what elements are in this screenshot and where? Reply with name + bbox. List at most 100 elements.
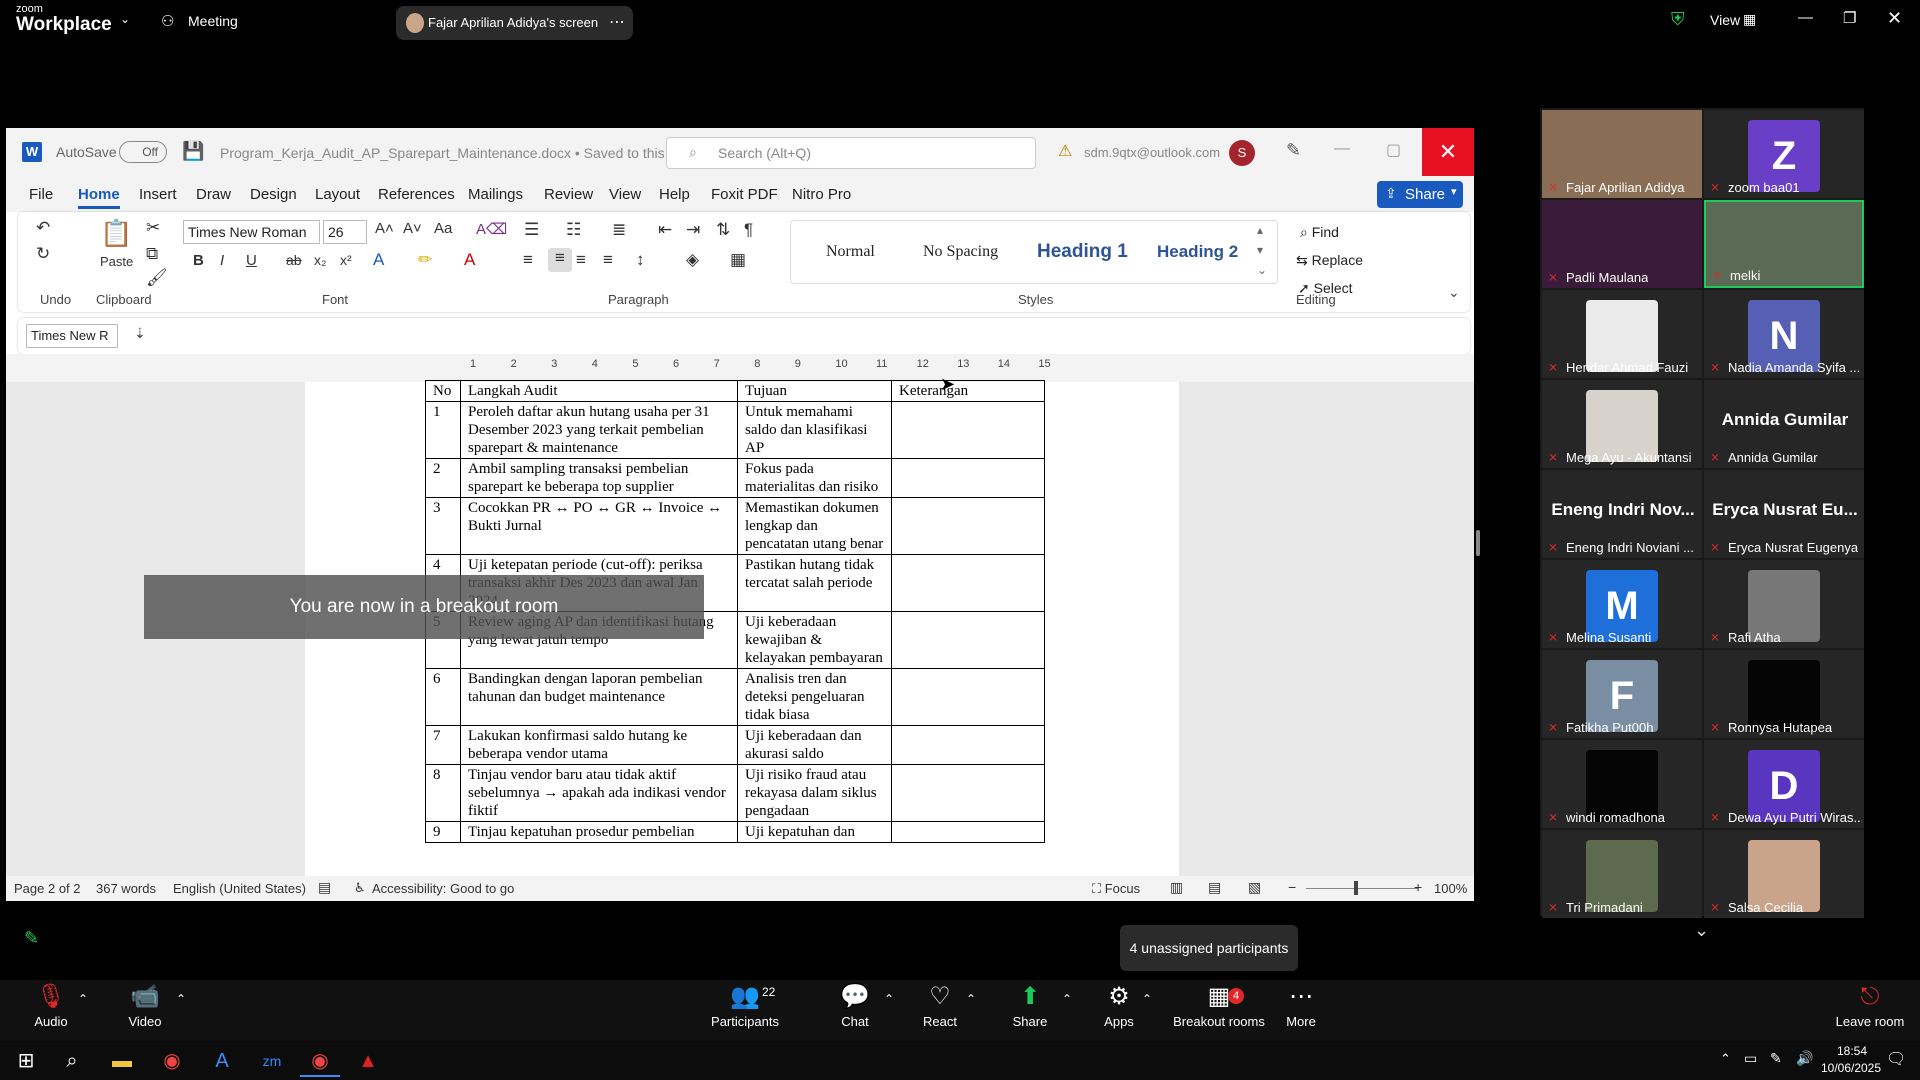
table-cell[interactable]: Cocokkan PR ↔ PO ↔ GR ↔ Invoice ↔ Bukti … [460, 497, 738, 555]
customize-icon[interactable]: ⇣ [134, 325, 146, 342]
tab-layout[interactable]: Layout [315, 186, 360, 203]
table-cell[interactable] [891, 764, 1045, 822]
react-options-icon[interactable]: ⌃ [966, 992, 976, 1006]
participant-tile[interactable]: ⨯ Tri Primadani [1542, 830, 1702, 918]
more-options-icon[interactable]: ⋯ [609, 12, 625, 32]
table-cell[interactable]: Uji kepatuhan dan [737, 821, 892, 843]
search-box[interactable]: ⌕ Search (Alt+Q) [666, 137, 1036, 169]
table-cell[interactable]: Tinjau kepatuhan prosedur pembelian [460, 821, 738, 843]
participant-tile[interactable]: ⨯ Hendar Ahmad Fauzi [1542, 290, 1702, 378]
gallery-scroll-down-icon[interactable]: ⌄ [1694, 920, 1709, 941]
notification-icon[interactable]: 🗨 [1886, 1049, 1906, 1069]
underline-icon[interactable]: U [246, 252, 257, 269]
participant-tile[interactable]: D ⨯ Dewa Ayu Putri Wiras... [1704, 740, 1864, 828]
participant-tile[interactable]: M ⨯ Melina Susanti [1542, 560, 1702, 648]
style-heading-1[interactable]: Heading 1 [1037, 241, 1128, 263]
zoom-slider[interactable] [1306, 888, 1418, 889]
word-count[interactable]: 367 words [96, 881, 156, 896]
zoom-in-icon[interactable]: + [1414, 879, 1422, 895]
bullets-icon[interactable]: ☰ [524, 220, 539, 240]
collapse-ribbon-icon[interactable]: ⌄ [1448, 284, 1460, 301]
panel-resize-handle[interactable] [1476, 530, 1480, 556]
tray-chevron-icon[interactable]: ⌃ [1720, 1051, 1731, 1067]
zoom-out-icon[interactable]: − [1288, 879, 1296, 895]
print-layout-icon[interactable]: ▤ [1208, 879, 1221, 896]
tab-mailings[interactable]: Mailings [468, 186, 523, 203]
table-cell[interactable]: 2 [425, 458, 461, 498]
screen-share-indicator[interactable]: Fajar Aprilian Adidya's screen ⋯ [396, 6, 633, 40]
chrome-active-icon[interactable]: ◉ [300, 1045, 340, 1077]
table-cell[interactable] [891, 401, 1045, 459]
subscript-icon[interactable]: x₂ [314, 252, 326, 268]
cut-icon[interactable]: ✂ [146, 218, 160, 238]
table-cell[interactable] [891, 611, 1045, 669]
chrome-icon[interactable]: ◉ [152, 1045, 192, 1077]
line-spacing-icon[interactable]: ↕ [636, 250, 645, 270]
chat-button[interactable]: 💬 Chat [810, 980, 900, 1041]
numbering-icon[interactable]: ☷ [566, 220, 581, 240]
paste-icon[interactable]: 📋 [100, 218, 132, 249]
participant-tile[interactable]: ⨯ Padli Maulana [1542, 200, 1702, 288]
tab-review[interactable]: Review [544, 186, 593, 203]
decrease-indent-icon[interactable]: ⇤ [658, 220, 672, 240]
paste-label[interactable]: Paste [100, 254, 133, 269]
participant-tile[interactable]: Eneng Indri Nov... ⨯ Eneng Indri Noviani .… [1542, 470, 1702, 558]
tray-pen-icon[interactable]: ✎ [1770, 1050, 1782, 1067]
unassigned-participants-toast[interactable]: 4 unassigned participants [1120, 925, 1298, 971]
share-button[interactable]: ⇪ Share ▾ [1377, 181, 1463, 208]
participant-tile[interactable]: ⨯ Rafi Atha [1704, 560, 1864, 648]
copy-icon[interactable]: ⧉ [146, 244, 158, 264]
chat-options-icon[interactable]: ⌃ [884, 992, 894, 1006]
apps-options-icon[interactable]: ⌃ [1142, 992, 1152, 1006]
web-layout-icon[interactable]: ▧ [1248, 879, 1261, 896]
close-icon[interactable]: ✕ [1887, 8, 1902, 29]
align-right-icon[interactable]: ≡ [576, 250, 586, 270]
style-font-box[interactable]: Times New R [26, 324, 118, 348]
participant-tile[interactable]: ⨯ Mega Ayu - Akuntansi [1542, 380, 1702, 468]
tray-network-icon[interactable]: ▭ [1744, 1050, 1757, 1067]
table-cell[interactable]: Bandingkan dengan laporan pembelian tahu… [460, 668, 738, 726]
grow-font-icon[interactable]: A˄ [375, 220, 394, 237]
chevron-down-icon[interactable]: ⌄ [120, 12, 130, 26]
word-restore-icon[interactable]: ▢ [1386, 140, 1401, 160]
table-cell[interactable]: Ambil sampling transaksi pembelian spare… [460, 458, 738, 498]
participant-tile[interactable]: F ⨯ Fatikha Put00h [1542, 650, 1702, 738]
table-cell[interactable]: 3 [425, 497, 461, 555]
table-cell[interactable]: 7 [425, 725, 461, 765]
zoom-taskbar-icon[interactable]: zm [252, 1045, 292, 1077]
table-cell[interactable]: Lakukan konfirmasi saldo hutang ke beber… [460, 725, 738, 765]
language[interactable]: English (United States) [173, 881, 306, 896]
account-avatar[interactable]: S [1229, 140, 1255, 166]
tab-design[interactable]: Design [250, 186, 297, 203]
leave-room-button[interactable]: ⎋ Leave room [1825, 980, 1915, 1041]
tab-draw[interactable]: Draw [196, 186, 231, 203]
word-minimize-icon[interactable]: — [1334, 140, 1350, 158]
table-cell[interactable]: Uji keberadaan dan akurasi saldo [737, 725, 892, 765]
tab-help[interactable]: Help [659, 186, 690, 203]
share-screen-button[interactable]: ⬆ Share [985, 980, 1075, 1041]
apps-button[interactable]: ⚙ Apps [1074, 980, 1164, 1041]
tab-insert[interactable]: Insert [139, 186, 177, 203]
restore-icon[interactable]: ❐ [1843, 9, 1856, 27]
clock-date[interactable]: 10/06/2025 [1812, 1061, 1890, 1075]
accessibility-status[interactable]: Accessibility: Good to go [372, 881, 514, 896]
table-cell[interactable]: Uji risiko fraud atau rekayasa dalam sik… [737, 764, 892, 822]
file-explorer-icon[interactable]: ▬ [102, 1045, 142, 1077]
document-title[interactable]: Program_Kerja_Audit_AP_Sparepart_Mainten… [220, 145, 688, 161]
font-color-icon[interactable]: A [464, 250, 475, 270]
find-button[interactable]: ⌕ Find [1300, 224, 1339, 241]
proofing-icon[interactable]: ▤ [318, 879, 331, 896]
table-cell[interactable] [891, 554, 1045, 612]
table-cell[interactable]: 8 [425, 764, 461, 822]
participant-tile[interactable]: Z ⨯ zoom baa01 [1704, 110, 1864, 198]
table-cell[interactable]: Memastikan dokumen lengkap dan pencatata… [737, 497, 892, 555]
table-cell[interactable] [891, 668, 1045, 726]
styles-scroll-down-icon[interactable]: ▾ [1257, 243, 1263, 257]
shading-icon[interactable]: ◈ [686, 250, 699, 270]
participant-tile[interactable]: ⨯ Ronnysa Hutapea [1704, 650, 1864, 738]
participant-tile[interactable]: ⨯ melki [1704, 200, 1864, 288]
table-cell[interactable]: 6 [425, 668, 461, 726]
zoom-slider-thumb[interactable] [1354, 881, 1358, 895]
tab-references[interactable]: References [378, 186, 455, 203]
change-case-icon[interactable]: Aa [434, 220, 452, 237]
